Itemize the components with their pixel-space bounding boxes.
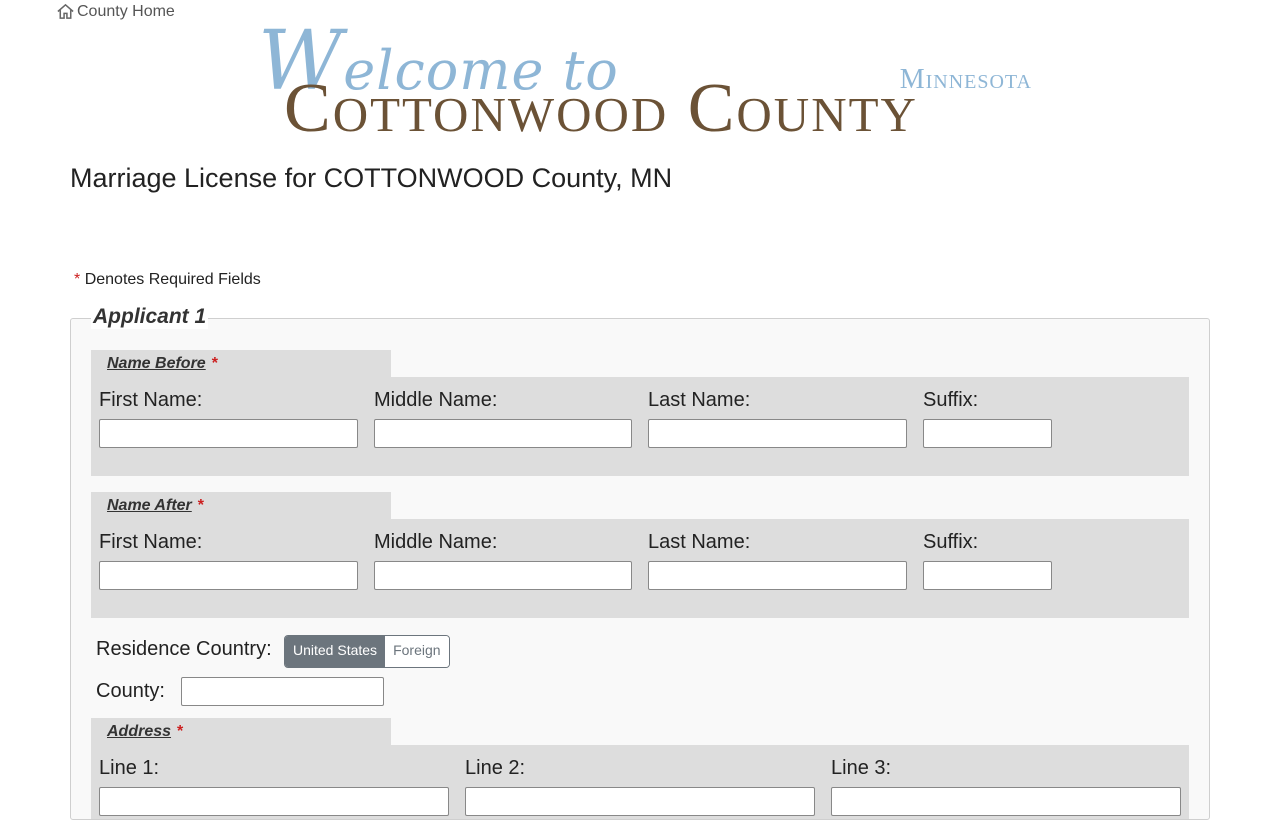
address-line3-input[interactable] (831, 787, 1181, 816)
na-middle-name-label: Middle Name: (374, 531, 498, 553)
name-before-title: Name Before (107, 355, 206, 372)
address-title: Address (107, 723, 172, 740)
nb-last-name-input[interactable] (648, 419, 907, 448)
address-tab: Address * (91, 718, 391, 746)
na-last-name-label: Last Name: (648, 531, 751, 553)
banner-state: Minnesota (899, 64, 1032, 95)
residence-country-label: Residence Country: (96, 638, 272, 660)
county-input[interactable] (181, 677, 384, 706)
name-after-section: First Name: Middle Name: Last Name: Suff… (91, 519, 1189, 618)
na-suffix-input[interactable] (923, 561, 1052, 590)
nb-last-name-label: Last Name: (648, 389, 751, 411)
name-after-title: Name After (107, 497, 192, 514)
county-home-link[interactable]: County Home (56, 2, 175, 21)
applicant-1-fieldset: Applicant 1 Name Before * First Name: Mid… (70, 305, 1210, 820)
required-star: * (74, 271, 81, 288)
nb-suffix-label: Suffix: (923, 389, 979, 411)
required-fields-note: * Denotes Required Fields (74, 271, 261, 289)
address-line1-label: Line 1: (99, 757, 160, 779)
nb-middle-name-label: Middle Name: (374, 389, 498, 411)
county-home-label: County Home (77, 2, 175, 20)
nb-first-name-label: First Name: (99, 389, 203, 411)
nb-middle-name-input[interactable] (374, 419, 632, 448)
address-line2-input[interactable] (465, 787, 815, 816)
address-section: Line 1: Line 2: Line 3: (91, 745, 1189, 819)
name-after-required: * (197, 497, 204, 514)
residence-country-toggle: United States Foreign (284, 635, 450, 668)
name-after-tab: Name After * (91, 492, 391, 520)
page-title: Marriage License for COTTONWOOD County, … (70, 163, 673, 193)
residence-foreign-option[interactable]: Foreign (385, 636, 449, 667)
address-line2-label: Line 2: (465, 757, 526, 779)
name-before-section: First Name: Middle Name: Last Name: Suff… (91, 377, 1189, 476)
address-line3-label: Line 3: (831, 757, 892, 779)
na-last-name-input[interactable] (648, 561, 907, 590)
na-middle-name-input[interactable] (374, 561, 632, 590)
name-before-required: * (211, 355, 218, 372)
county-banner-logo: Welcome to Minnesota Cottonwood County (258, 21, 1034, 147)
na-first-name-input[interactable] (99, 561, 358, 590)
county-label: County: (96, 680, 165, 702)
na-suffix-label: Suffix: (923, 531, 979, 553)
na-first-name-label: First Name: (99, 531, 203, 553)
name-before-tab: Name Before * (91, 350, 391, 378)
residence-united-states-option[interactable]: United States (285, 636, 386, 667)
home-icon (57, 3, 74, 19)
applicant-1-legend: Applicant 1 (91, 305, 209, 329)
nb-suffix-input[interactable] (923, 419, 1052, 448)
address-required: * (177, 723, 184, 740)
nb-first-name-input[interactable] (99, 419, 358, 448)
banner-county: Cottonwood County (284, 70, 918, 147)
required-note-text: Denotes Required Fields (84, 271, 261, 288)
address-line1-input[interactable] (99, 787, 449, 816)
